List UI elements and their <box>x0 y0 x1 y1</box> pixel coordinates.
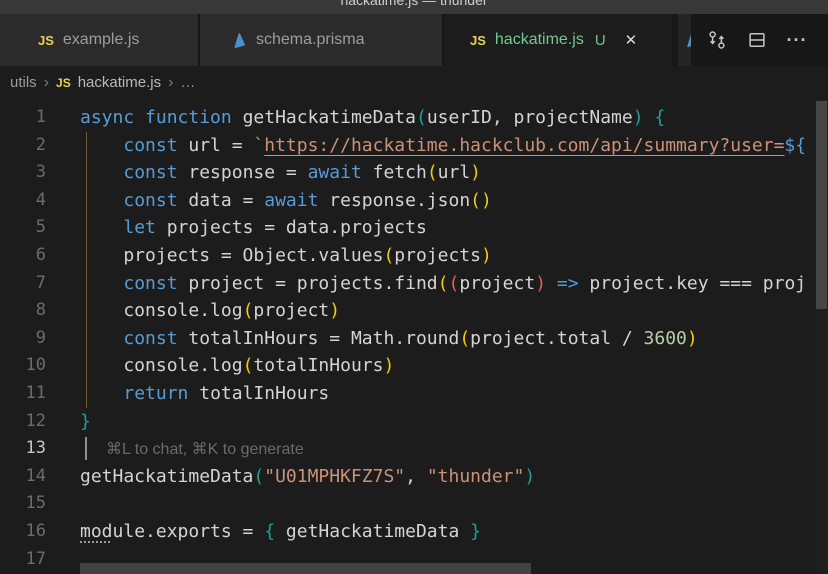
tab-label: example.js <box>63 31 139 49</box>
vertical-scrollbar[interactable] <box>815 99 828 574</box>
line-number: 2 <box>0 132 46 160</box>
code-line-content[interactable]: console.log(project) <box>80 297 828 325</box>
code-line[interactable]: 10 console.log(totalInHours) <box>0 352 828 380</box>
code-line[interactable]: 12} <box>0 408 828 436</box>
code-line-content[interactable]: const totalInHours = Math.round(project.… <box>80 325 828 353</box>
line-number: 8 <box>0 297 46 325</box>
code-line-content[interactable]: } <box>80 408 828 436</box>
chevron-right-icon: › <box>168 74 173 92</box>
text-cursor <box>85 437 87 460</box>
code-line-content[interactable]: projects = Object.values(projects) <box>80 242 828 270</box>
breadcrumb-folder[interactable]: utils <box>10 74 37 91</box>
code-line-content[interactable] <box>80 490 828 518</box>
line-number: 4 <box>0 187 46 215</box>
prisma-file-icon <box>683 32 692 48</box>
javascript-file-icon: JS <box>38 33 54 48</box>
code-line-content[interactable]: ⌘L to chat, ⌘K to generate <box>80 435 828 463</box>
line-number: 6 <box>0 242 46 270</box>
editor-window: hackatime.js — thunder JS example.js sch… <box>0 0 828 574</box>
breadcrumb-file[interactable]: hackatime.js <box>78 74 161 91</box>
code-line[interactable]: 11 return totalInHours <box>0 380 828 408</box>
code-line-content[interactable]: getHackatimeData("U01MPHKFZ7S", "thunder… <box>80 463 828 491</box>
line-number: 14 <box>0 463 46 491</box>
javascript-file-icon: JS <box>470 33 486 48</box>
code-line[interactable]: 16 module.exports = { getHackatimeData } <box>0 518 828 546</box>
code-line-content[interactable]: return totalInHours <box>80 380 828 408</box>
more-actions-icon[interactable]: ··· <box>784 27 810 53</box>
breadcrumb-symbol[interactable]: … <box>180 74 195 91</box>
editor-actions: ··· <box>692 14 828 66</box>
line-number: 1 <box>0 104 46 132</box>
code-line-content[interactable]: module.exports = { getHackatimeData } <box>80 518 828 546</box>
breadcrumb: utils › JS hackatime.js › … <box>0 66 828 99</box>
code-line-content[interactable]: async function getHackatimeData(userID, … <box>80 104 828 132</box>
ai-hint-ghost-text: ⌘L to chat, ⌘K to generate <box>106 441 304 458</box>
tab-label: hackatime.js <box>495 31 584 49</box>
line-number: 5 <box>0 214 46 242</box>
tab-label: schema.prisma <box>256 31 364 49</box>
line-number: 3 <box>0 159 46 187</box>
tab-partial-scrolled[interactable] <box>678 14 692 66</box>
split-editor-icon[interactable] <box>744 27 770 53</box>
code-line[interactable]: 2 const url = `https://hackatime.hackclu… <box>0 132 828 160</box>
tab-bar: JS example.js schema.prisma JS hackatime… <box>0 14 828 66</box>
line-number: 11 <box>0 380 46 408</box>
code-line-content[interactable]: const response = await fetch(url) <box>80 159 828 187</box>
code-line[interactable]: 1 async function getHackatimeData(userID,… <box>0 104 828 132</box>
code-line-content[interactable]: const data = await response.json() <box>80 187 828 215</box>
code-line-content[interactable]: let projects = data.projects <box>80 214 828 242</box>
code-line-content[interactable]: const project = projects.find((project) … <box>80 270 828 298</box>
git-untracked-badge: U <box>595 32 606 49</box>
code-line[interactable]: 15 <box>0 490 828 518</box>
code-line[interactable]: 4 const data = await response.json() <box>0 187 828 215</box>
code-line-content[interactable]: console.log(totalInHours) <box>80 352 828 380</box>
code-line[interactable]: 8 console.log(project) <box>0 297 828 325</box>
line-number: 10 <box>0 352 46 380</box>
window-titlebar: hackatime.js — thunder <box>0 0 828 14</box>
code-line[interactable]: 5 let projects = data.projects <box>0 214 828 242</box>
tab-hackatime-js[interactable]: JS hackatime.js U ✕ <box>444 14 672 66</box>
code-line[interactable]: 9 const totalInHours = Math.round(projec… <box>0 325 828 353</box>
code-line[interactable]: 3 const response = await fetch(url) <box>0 159 828 187</box>
window-title: hackatime.js — thunder <box>340 0 487 6</box>
line-number: 13 <box>0 435 46 463</box>
horizontal-scrollbar-thumb[interactable] <box>80 563 531 574</box>
code-editor[interactable]: 1 async function getHackatimeData(userID,… <box>0 99 828 574</box>
line-number: 16 <box>0 518 46 546</box>
line-number: 12 <box>0 408 46 436</box>
code-line[interactable]: 14 getHackatimeData("U01MPHKFZ7S", "thund… <box>0 463 828 491</box>
close-tab-icon[interactable]: ✕ <box>625 33 638 48</box>
code-line-content[interactable]: const url = `https://hackatime.hackclub.… <box>80 132 828 160</box>
compare-changes-icon[interactable] <box>704 27 730 53</box>
horizontal-scrollbar[interactable] <box>80 563 828 574</box>
chevron-right-icon: › <box>44 74 49 92</box>
code-line[interactable]: 7 const project = projects.find((project… <box>0 270 828 298</box>
line-number: 17 <box>0 546 46 574</box>
code-line[interactable]: 13 ⌘L to chat, ⌘K to generate <box>0 435 828 463</box>
line-number: 7 <box>0 270 46 298</box>
line-number: 9 <box>0 325 46 353</box>
prisma-file-icon <box>230 32 247 49</box>
javascript-file-icon: JS <box>56 76 71 90</box>
code-lines: 1 async function getHackatimeData(userID,… <box>0 104 828 573</box>
tab-example-js[interactable]: JS example.js <box>0 14 200 66</box>
vertical-scrollbar-thumb[interactable] <box>816 101 827 309</box>
line-number: 15 <box>0 490 46 518</box>
code-line[interactable]: 6 projects = Object.values(projects) <box>0 242 828 270</box>
tab-schema-prisma[interactable]: schema.prisma <box>200 14 444 66</box>
